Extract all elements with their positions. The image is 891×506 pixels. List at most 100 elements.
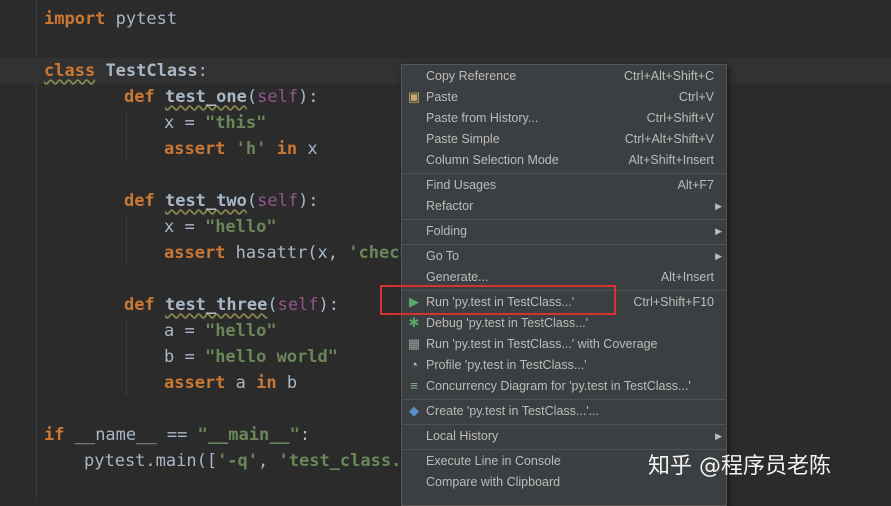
dunder-name: __name__ ==	[64, 425, 198, 445]
concurrency-icon: ≡	[410, 378, 418, 393]
menu-item-label: Column Selection Mode	[426, 153, 559, 167]
keyword: in	[276, 139, 298, 159]
menu-item-shortcut: Alt+Shift+Insert	[628, 153, 714, 167]
colon: :	[197, 61, 208, 81]
menu-item-shortcut: Ctrl+V	[678, 90, 714, 104]
function-name: test_three	[164, 295, 268, 315]
menu-item-label: Find Usages	[426, 178, 497, 192]
call-expression: pytest.main([	[84, 451, 218, 471]
menu-item-copy-reference[interactable]: Copy Reference Ctrl+Alt+Shift+C	[402, 66, 726, 87]
self-param: self	[257, 87, 299, 107]
highlight-annotation-box	[380, 285, 616, 315]
self-param: self	[277, 295, 319, 315]
keyword: import	[44, 9, 106, 29]
menu-item-label: Paste Simple	[426, 132, 500, 146]
string-literal: "hello world"	[204, 347, 339, 367]
submenu-arrow-icon: ▶	[715, 431, 722, 441]
menu-item-shortcut: Ctrl+Shift+F10	[633, 295, 714, 309]
debug-icon: ✱	[408, 315, 420, 330]
paste-icon: ▣	[407, 89, 421, 104]
menu-item-label: Run 'py.test in TestClass...' with Cover…	[426, 337, 658, 351]
class-name: TestClass	[105, 61, 198, 81]
code-line-8[interactable]: assert hasattr(x, 'check	[164, 240, 410, 266]
menu-item-debug[interactable]: ✱ Debug 'py.test in TestClass...'	[402, 313, 726, 334]
paren: (	[246, 191, 258, 211]
menu-item-label: Refactor	[426, 199, 474, 213]
menu-item-label: Debug 'py.test in TestClass...'	[426, 316, 589, 330]
code-line-6[interactable]: def test_two(self):	[124, 188, 319, 214]
string-literal: 'test_class.p	[278, 451, 412, 471]
code-line-1[interactable]: import pytest	[44, 6, 177, 32]
code-line-3[interactable]: def test_one(self):	[124, 84, 319, 110]
indent-guide	[126, 318, 127, 396]
menu-item-label: Profile 'py.test in TestClass...'	[426, 358, 587, 372]
code-line-10[interactable]: a = "hello"	[164, 318, 277, 344]
menu-item-shortcut: Ctrl+Shift+V	[646, 111, 714, 125]
keyword: assert	[164, 139, 226, 159]
menu-item-label: Create 'py.test in TestClass...'...	[426, 404, 600, 418]
keyword: in	[256, 373, 277, 393]
paren: (	[246, 87, 258, 107]
menu-item-label: Go To	[426, 249, 460, 263]
code-line-7[interactable]: x = "hello"	[164, 214, 277, 240]
code-line-9[interactable]: def test_three(self):	[124, 292, 339, 318]
keyword: def	[124, 191, 155, 211]
code-line-13[interactable]: if __name__ == "__main__":	[44, 422, 310, 448]
module-name: pytest	[105, 9, 178, 29]
string-literal: 'h'	[235, 139, 267, 159]
keyword: if	[44, 425, 65, 445]
menu-item-concurrency[interactable]: ≡ Concurrency Diagram for 'py.test in Tes…	[402, 376, 726, 397]
code-line-14[interactable]: pytest.main(['-q', 'test_class.p	[84, 448, 412, 474]
code-line-11[interactable]: b = "hello world"	[164, 344, 338, 370]
self-param: self	[257, 191, 299, 211]
menu-item-paste[interactable]: ▣ Paste Ctrl+V	[402, 87, 726, 108]
menu-item-label: Compare with Clipboard	[426, 475, 561, 489]
assignment: x =	[164, 113, 205, 133]
menu-item-find-usages[interactable]: Find Usages Alt+F7	[402, 175, 726, 196]
menu-item-label: Paste	[426, 90, 458, 104]
menu-item-paste-simple[interactable]: Paste Simple Ctrl+Alt+Shift+V	[402, 129, 726, 150]
string-literal: '-q'	[217, 451, 259, 471]
variable: a	[225, 373, 257, 393]
code-line-2[interactable]: class TestClass:	[44, 58, 208, 84]
menu-item-label: Concurrency Diagram for 'py.test in Test…	[426, 379, 691, 393]
menu-item-shortcut: Ctrl+Alt+Shift+C	[624, 69, 714, 83]
function-name: test_one	[164, 87, 247, 107]
call-expression: hasattr(x,	[225, 243, 349, 263]
comma: ,	[258, 451, 279, 471]
code-line-12[interactable]: assert a in b	[164, 370, 297, 396]
assignment: x =	[164, 217, 205, 237]
string-literal: "hello"	[204, 321, 277, 341]
menu-item-label: Paste from History...	[426, 111, 539, 125]
submenu-arrow-icon: ▶	[715, 201, 722, 211]
menu-item-shortcut: Alt+F7	[677, 178, 714, 192]
keyword: class	[44, 61, 96, 81]
menu-item-profile[interactable]: ◔ Profile 'py.test in TestClass...'	[402, 355, 726, 376]
menu-item-label: Folding	[426, 224, 467, 238]
menu-item-label: Copy Reference	[426, 69, 517, 83]
keyword: assert	[164, 373, 226, 393]
coverage-icon: ▦	[407, 336, 421, 351]
code-line-4[interactable]: x = "this"	[164, 110, 266, 136]
menu-item-column-selection[interactable]: Column Selection Mode Alt+Shift+Insert	[402, 150, 726, 171]
menu-item-goto[interactable]: Go To ▶	[402, 246, 726, 267]
menu-item-create-config[interactable]: ◆ Create 'py.test in TestClass...'...	[402, 401, 726, 422]
menu-item-refactor[interactable]: Refactor ▶	[402, 196, 726, 217]
variable: b	[276, 373, 298, 393]
keyword: def	[124, 87, 155, 107]
menu-item-label: Execute Line in Console	[426, 454, 561, 468]
menu-separator	[402, 173, 726, 174]
paren: ):	[298, 87, 319, 107]
menu-separator	[402, 219, 726, 220]
menu-separator	[402, 399, 726, 400]
assignment: b =	[164, 347, 205, 367]
code-line-5[interactable]: assert 'h' in x	[164, 136, 318, 162]
paren: ):	[318, 295, 340, 315]
indent-guide	[126, 214, 127, 266]
menu-item-local-history[interactable]: Local History ▶	[402, 426, 726, 447]
function-name: test_two	[164, 191, 247, 211]
menu-item-folding[interactable]: Folding ▶	[402, 221, 726, 242]
profile-icon: ◔	[410, 357, 418, 372]
menu-item-paste-history[interactable]: Paste from History... Ctrl+Shift+V	[402, 108, 726, 129]
menu-item-run-coverage[interactable]: ▦ Run 'py.test in TestClass...' with Cove…	[402, 334, 726, 355]
